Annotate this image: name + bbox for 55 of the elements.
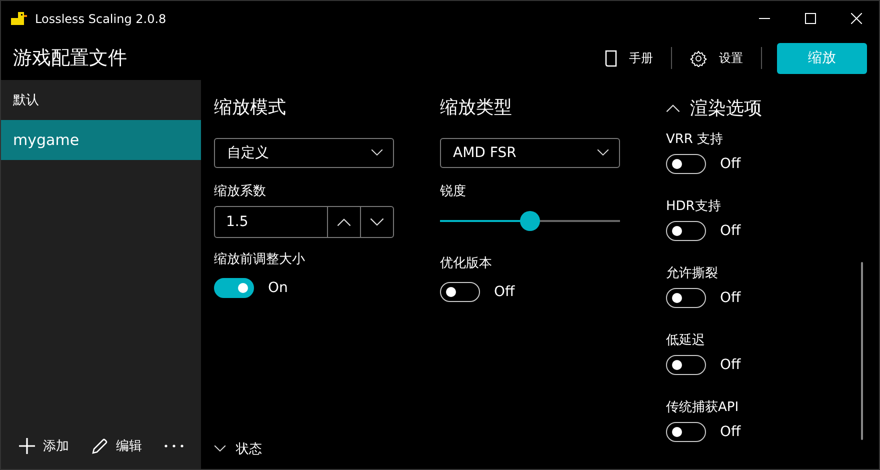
footer-button[interactable]: 添加	[19, 437, 69, 455]
sharpness-slider[interactable]	[440, 210, 620, 232]
page-title: 游戏配置文件	[13, 46, 128, 71]
chevron-down-icon	[214, 445, 226, 453]
toggle-switch[interactable]	[666, 288, 706, 308]
chevron-down-icon	[597, 149, 609, 157]
close-icon[interactable]	[850, 13, 862, 24]
field-label: 缩放前调整大小	[214, 251, 306, 268]
toggle-switch[interactable]	[666, 355, 706, 375]
toggle-state: Off	[720, 223, 741, 239]
settings-icon	[690, 50, 707, 66]
field-label: 缩放系数	[214, 183, 267, 200]
option-label: VRR 支持	[666, 131, 724, 148]
type-dropdown[interactable]: AMD FSR	[440, 138, 620, 168]
maximize-icon[interactable]	[804, 13, 816, 24]
plus-icon	[19, 438, 35, 454]
toggle-switch[interactable]	[440, 282, 480, 302]
chevron-up-icon	[337, 218, 351, 226]
section-title: 缩放类型	[440, 96, 513, 120]
chevron-down-icon	[371, 149, 383, 157]
toggle-state: On	[268, 280, 288, 296]
section-title: 缩放模式	[214, 96, 287, 120]
more-icon[interactable]	[164, 444, 184, 448]
footer-button[interactable]: 编辑	[91, 437, 142, 455]
toggle-state: Off	[494, 284, 515, 300]
toggle-switch[interactable]	[214, 278, 254, 298]
profile-item[interactable]: 默认	[1, 80, 201, 120]
section-title[interactable]: 渲染选项	[690, 96, 762, 120]
option-label: 低延迟	[666, 332, 706, 349]
toggle-state: Off	[720, 156, 741, 172]
option-label: 允许撕裂	[666, 265, 719, 282]
mode-dropdown[interactable]: 自定义	[214, 138, 394, 168]
header-action[interactable]: 设置	[672, 50, 761, 66]
toggle-state: Off	[720, 357, 741, 373]
duck-icon	[11, 12, 27, 26]
toggle-switch[interactable]	[666, 154, 706, 174]
toggle-state: Off	[720, 424, 741, 440]
toggle-switch[interactable]	[666, 422, 706, 442]
option-label: 传统捕获API	[666, 399, 740, 416]
chevron-down-icon	[370, 218, 384, 226]
profile-item[interactable]: mygame	[1, 120, 201, 160]
toggle-state: Off	[720, 290, 741, 306]
field-label: 优化版本	[440, 255, 493, 272]
scrollbar[interactable]	[861, 262, 863, 440]
factor-field[interactable]: 1.5	[214, 206, 394, 238]
pencil-icon	[91, 438, 108, 454]
slider-thumb[interactable]	[520, 211, 540, 231]
header-action[interactable]: 手册	[587, 50, 671, 66]
toggle-switch[interactable]	[666, 221, 706, 241]
status-expander[interactable]: 状态	[214, 435, 262, 463]
window-title: Lossless Scaling 2.0.8	[35, 12, 168, 26]
field-label: 锐度	[440, 183, 467, 200]
book-icon	[605, 50, 617, 66]
option-label: HDR支持	[666, 198, 722, 215]
chevron-up-icon	[666, 104, 680, 112]
